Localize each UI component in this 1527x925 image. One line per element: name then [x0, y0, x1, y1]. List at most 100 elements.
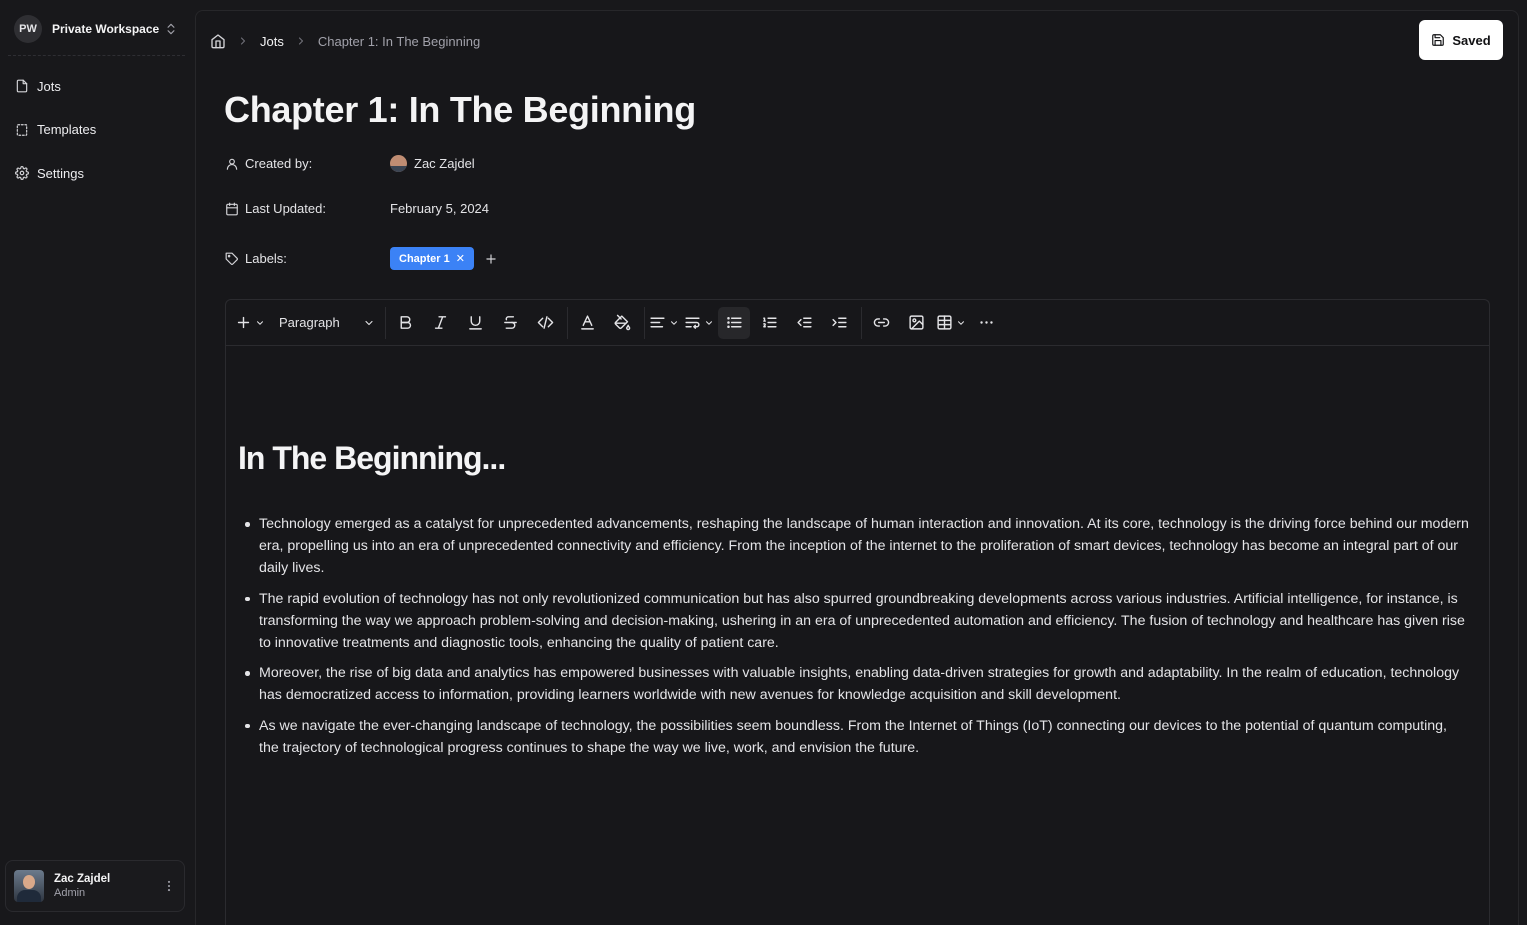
user-icon	[225, 157, 239, 171]
list-item: Moreover, the rise of big data and analy…	[238, 662, 1470, 706]
link-icon	[873, 314, 890, 331]
chevrons-up-down-icon	[164, 22, 178, 36]
italic-icon	[432, 314, 449, 331]
sidebar-item-label: Jots	[37, 78, 61, 94]
underline-button[interactable]	[459, 307, 491, 339]
more-vertical-icon[interactable]	[162, 879, 176, 893]
bullet-list-button[interactable]	[718, 306, 750, 339]
plus-icon	[235, 314, 252, 331]
workspace-name: Private Workspace	[52, 22, 160, 36]
image-icon	[908, 314, 925, 331]
sidebar-item-settings[interactable]: Settings	[8, 157, 184, 189]
workspace-avatar: PW	[14, 15, 42, 43]
highlight-button[interactable]	[606, 307, 638, 339]
link-button[interactable]	[865, 307, 897, 339]
breadcrumb-jots-link[interactable]: Jots	[260, 34, 284, 49]
calendar-icon	[225, 202, 239, 216]
outdent-icon	[796, 314, 813, 331]
main-panel: Jots Chapter 1: In The Beginning Saved C…	[195, 10, 1519, 925]
sidebar-item-label: Settings	[37, 165, 84, 181]
created-by-label: Created by:	[245, 156, 313, 171]
line-spacing-button[interactable]	[683, 307, 715, 339]
sidebar-item-jots[interactable]: Jots	[8, 70, 184, 102]
save-icon	[1431, 33, 1445, 47]
ordered-list-button[interactable]	[753, 307, 785, 339]
bold-button[interactable]	[389, 307, 421, 339]
workspace-switcher[interactable]: PW Private Workspace	[6, 8, 186, 50]
paint-bucket-icon	[614, 314, 631, 331]
chevron-right-icon	[237, 35, 249, 47]
block-type-select[interactable]: Paragraph	[269, 307, 379, 339]
block-type-value: Paragraph	[279, 315, 340, 330]
text-color-button[interactable]	[571, 307, 603, 339]
user-card[interactable]: Zac Zajdel Admin	[5, 860, 185, 912]
saved-button-label: Saved	[1452, 32, 1491, 48]
labels-label: Labels:	[245, 251, 287, 266]
image-button[interactable]	[900, 307, 932, 339]
home-icon[interactable]	[210, 33, 226, 49]
sidebar-item-label: Templates	[37, 122, 97, 137]
bullet-list: Technology emerged as a catalyst for unp…	[238, 513, 1470, 759]
author-avatar	[390, 155, 407, 172]
code-button[interactable]	[529, 307, 561, 339]
sidebar-nav: Jots Templates Settings	[8, 70, 184, 201]
list-item: The rapid evolution of technology has no…	[238, 588, 1470, 654]
last-updated-value: February 5, 2024	[390, 201, 490, 216]
add-label-button[interactable]	[482, 250, 500, 268]
strikethrough-icon	[502, 314, 519, 331]
meta-labels: Labels: Chapter 1 ✕	[225, 247, 500, 270]
table-button[interactable]	[935, 307, 967, 339]
underline-icon	[467, 314, 484, 331]
page-title[interactable]: Chapter 1: In The Beginning	[224, 89, 696, 131]
file-icon	[15, 79, 29, 93]
label-chip-text: Chapter 1	[399, 252, 450, 265]
editor-content[interactable]: In The Beginning... Technology emerged a…	[238, 440, 1470, 767]
list-item: As we navigate the ever-changing landsca…	[238, 715, 1470, 759]
label-chip[interactable]: Chapter 1 ✕	[390, 247, 474, 270]
indent-icon	[831, 314, 848, 331]
more-options-button[interactable]	[970, 307, 1002, 339]
sidebar: PW Private Workspace Jots Templates Sett…	[0, 0, 194, 925]
saved-button[interactable]: Saved	[1419, 20, 1503, 60]
avatar	[14, 870, 44, 902]
wrap-text-icon	[684, 314, 701, 331]
toolbar-divider	[385, 306, 386, 339]
list-ordered-icon	[761, 314, 778, 331]
table-icon	[936, 314, 953, 331]
chevron-down-icon	[669, 318, 679, 328]
user-name: Zac Zajdel	[54, 873, 111, 885]
code-icon	[537, 314, 554, 331]
editor-toolbar: Paragraph	[226, 300, 1489, 346]
chevron-down-icon	[704, 318, 714, 328]
gear-icon	[15, 166, 29, 180]
sidebar-item-templates[interactable]: Templates	[8, 114, 184, 146]
insert-block-button[interactable]	[234, 307, 266, 339]
align-button[interactable]	[648, 307, 680, 339]
chevron-right-icon	[295, 35, 307, 47]
list-icon	[726, 314, 743, 331]
indent-button[interactable]	[823, 307, 855, 339]
sidebar-divider	[8, 55, 185, 56]
created-by-value: Zac Zajdel	[414, 156, 475, 171]
breadcrumb-current: Chapter 1: In The Beginning	[317, 33, 481, 49]
meta-created-by: Created by: Zac Zajdel	[225, 155, 475, 172]
template-icon	[15, 123, 29, 137]
strikethrough-button[interactable]	[494, 307, 526, 339]
toolbar-divider	[861, 306, 862, 339]
document-heading: In The Beginning...	[238, 440, 506, 476]
user-role: Admin	[54, 887, 86, 899]
tag-icon	[225, 252, 239, 266]
chevron-down-icon	[363, 317, 375, 329]
bold-icon	[397, 314, 414, 331]
close-icon[interactable]: ✕	[456, 252, 465, 265]
italic-button[interactable]	[424, 307, 456, 339]
outdent-button[interactable]	[788, 307, 820, 339]
more-horizontal-icon	[978, 314, 995, 331]
last-updated-label: Last Updated:	[245, 201, 326, 216]
toolbar-divider	[567, 306, 568, 339]
editor: Paragraph In The Beginning... Technology…	[225, 299, 1490, 925]
align-left-icon	[649, 314, 666, 331]
chevron-down-icon	[255, 318, 265, 328]
breadcrumb: Jots Chapter 1: In The Beginning	[210, 31, 480, 51]
meta-last-updated: Last Updated: February 5, 2024	[225, 201, 489, 216]
